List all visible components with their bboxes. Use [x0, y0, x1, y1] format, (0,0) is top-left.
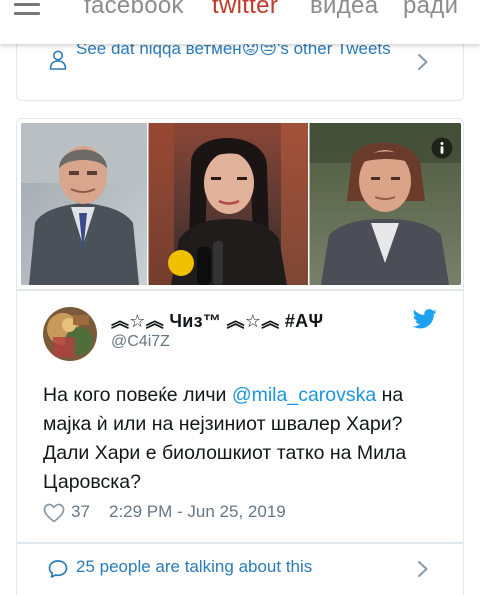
author-handle[interactable]: @C4i7Z	[111, 333, 170, 351]
tab-radio[interactable]: ради	[403, 0, 458, 20]
media-collage	[21, 123, 461, 285]
chevron-right-icon	[418, 54, 428, 70]
embedded-tweet-card: ︽☆︽ Чиз™ ︽☆︽ #АΨ @C4i7Z На кого повеќе л…	[16, 118, 464, 595]
footer-divider	[17, 542, 463, 544]
info-icon[interactable]	[431, 137, 453, 159]
twitter-bird-icon[interactable]	[413, 309, 437, 329]
heart-icon[interactable]	[43, 503, 65, 523]
tab-facebook[interactable]: facebook	[84, 0, 184, 20]
conversation-label: 25 people are talking about this	[76, 557, 313, 576]
menu-icon[interactable]	[14, 0, 40, 21]
top-navigation: facebook twitter видеа ради	[0, 0, 480, 44]
avatar[interactable]	[43, 307, 97, 361]
tweet-text: На кого повеќе личи @mila_carovska на ма…	[43, 384, 407, 493]
tweet-timestamp[interactable]: 2:29 PM - Jun 25, 2019	[109, 502, 286, 522]
tab-videos[interactable]: видеа	[310, 0, 378, 20]
like-count: 37	[71, 502, 90, 521]
person-icon	[49, 50, 67, 70]
tweet-media-image[interactable]	[21, 123, 461, 285]
chat-bubble-icon	[48, 560, 68, 578]
tab-twitter[interactable]: twitter	[212, 0, 278, 20]
author-name[interactable]: ︽☆︽ Чиз™ ︽☆︽ #АΨ	[111, 307, 323, 333]
avatar-image	[43, 307, 97, 361]
mention-link[interactable]: @mila_carovska	[232, 384, 376, 406]
chevron-right-icon	[418, 561, 428, 577]
conversation-link[interactable]: 25 people are talking about this	[17, 556, 463, 586]
media-divider	[17, 289, 463, 291]
